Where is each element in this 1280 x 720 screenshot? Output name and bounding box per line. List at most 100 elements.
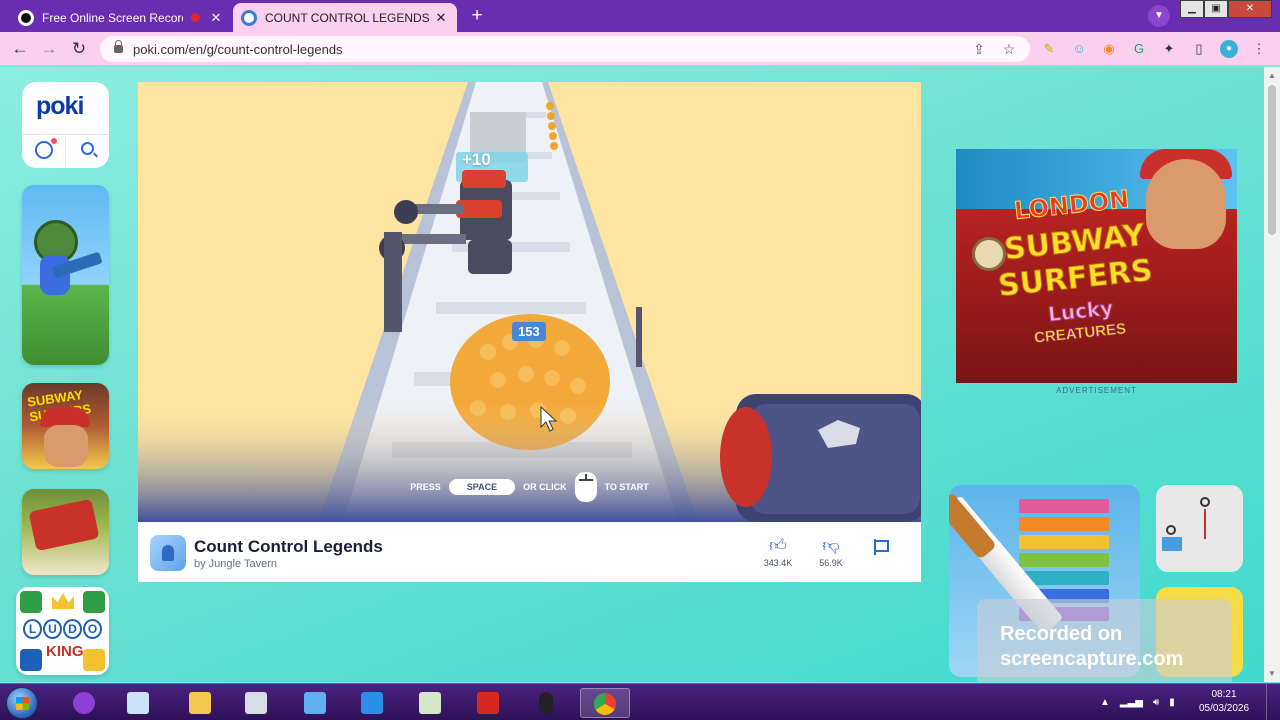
dislike-button[interactable]: 👎︎ 56.9K — [811, 536, 851, 568]
tab-count-control-legends[interactable]: COUNT CONTROL LEGENDS - Pla ✕ — [233, 3, 457, 32]
game-scene — [138, 82, 921, 522]
tab-title: Free Online Screen Recorder — [42, 10, 183, 25]
lock-icon — [114, 40, 123, 53]
menu-kebab-icon[interactable]: ⋮ — [1250, 40, 1268, 58]
ludo-green-corner — [20, 591, 42, 613]
watermark-line: Recorded on — [1000, 623, 1123, 645]
minimize-button[interactable]: ▁ — [1180, 0, 1204, 18]
search-icon[interactable] — [81, 142, 94, 155]
tab-title: COUNT CONTROL LEGENDS - Pla — [265, 10, 433, 25]
close-window-button[interactable]: ✕ — [1228, 0, 1272, 18]
system-tray: ▲ ▂▃▅ 🔊︎ ▮ — [1100, 690, 1175, 714]
stack-layer — [1019, 535, 1109, 549]
page-scrollbar[interactable]: ▲ ▼ — [1264, 67, 1280, 682]
game-title: Count Control Legends — [194, 537, 383, 556]
back-button[interactable]: ← — [9, 38, 31, 60]
gate-label: +10 — [462, 150, 491, 169]
crown-icon — [52, 593, 74, 609]
taskbar-mouse-app[interactable] — [526, 688, 566, 718]
taskbar-paint-app[interactable] — [295, 688, 335, 718]
thumbs-down-icon: 👎︎ — [822, 536, 840, 555]
game-icon — [150, 535, 186, 571]
report-flag-icon[interactable] — [874, 539, 889, 555]
recording-watermark: Recorded on screencapture.com — [977, 599, 1232, 682]
advertisement-banner[interactable]: LONDON SUBWAY SURFERS Lucky CREATURES — [956, 149, 1237, 383]
recorder-favicon-icon — [18, 9, 34, 26]
scroll-down-arrow-icon[interactable]: ▼ — [1268, 669, 1276, 678]
clock-date: 05/03/2026 — [1198, 703, 1250, 714]
scrollbar-thumb[interactable] — [1268, 85, 1276, 235]
show-desktop-button[interactable] — [1266, 684, 1280, 720]
stack-layer — [1019, 499, 1109, 513]
profile-avatar[interactable]: ● — [1220, 40, 1238, 58]
character-face-icon — [44, 425, 88, 467]
tab-search-button[interactable]: ▼ — [1148, 5, 1170, 27]
taskbar-chrome-app[interactable] — [580, 688, 630, 718]
ludo-king-text: KING — [46, 643, 84, 660]
battery-icon[interactable]: ▮ — [1169, 697, 1175, 708]
ludo-blue-corner — [20, 649, 42, 671]
close-tab-icon[interactable]: ✕ — [208, 10, 224, 26]
poki-logo[interactable]: poki — [36, 92, 84, 121]
close-tab-icon[interactable]: ✕ — [433, 10, 449, 26]
stack-layer — [1019, 517, 1109, 531]
share-icon[interactable]: ⇪ — [970, 40, 988, 58]
volume-icon[interactable]: 🔊︎ — [1153, 697, 1159, 708]
stickman-head-icon — [1200, 497, 1210, 507]
forward-button[interactable]: → — [38, 38, 60, 60]
ludo-letter: U — [43, 619, 62, 639]
logo-divider — [65, 136, 66, 166]
url-text[interactable]: poki.com/en/g/count-control-legends — [133, 42, 970, 57]
profile-face-icon[interactable] — [35, 138, 57, 159]
cannon-obstacle — [720, 394, 921, 522]
clock-time: 08:21 — [1211, 689, 1237, 700]
game-thumb-soldier[interactable] — [22, 185, 109, 365]
ludo-yellow-corner — [83, 649, 105, 671]
side-panel-icon[interactable]: ▯ — [1190, 40, 1208, 58]
browser-toolbar: ← → ↻ poki.com/en/g/count-control-legend… — [0, 32, 1280, 66]
stack-layer — [1019, 553, 1109, 567]
reload-button[interactable]: ↻ — [68, 38, 90, 60]
mouse-icon — [574, 472, 597, 502]
harvester-icon — [28, 498, 100, 552]
taskbar-file-explorer-app[interactable] — [180, 688, 220, 718]
maximize-button[interactable]: ▣ — [1204, 0, 1228, 18]
game-thumb-harvester[interactable] — [22, 489, 109, 575]
audio-extension-icon[interactable]: ◉ — [1100, 40, 1118, 58]
grammarly-extension-icon[interactable]: G — [1130, 40, 1148, 58]
game-thumb-subway-surfers[interactable]: SUBWAY SURFERS — [22, 383, 109, 469]
press-text: PRESS — [410, 482, 441, 492]
taskbar-calculator-app[interactable] — [236, 688, 276, 718]
taskbar-sheet-app[interactable] — [410, 688, 450, 718]
taskbar-acrobat-app[interactable] — [468, 688, 508, 718]
pencil-extension-icon[interactable]: ✎ — [1040, 40, 1058, 58]
game-thumb-stickman[interactable] — [1156, 485, 1243, 572]
network-signal-icon[interactable]: ▂▃▅ — [1120, 697, 1143, 708]
space-key-label[interactable]: SPACE — [448, 479, 516, 495]
address-bar[interactable]: poki.com/en/g/count-control-legends ⇪ ☆ — [100, 36, 1030, 62]
like-button[interactable]: 👍︎ 343.4K — [758, 536, 798, 568]
taskbar-media-app[interactable] — [64, 688, 104, 718]
bookmark-star-icon[interactable]: ☆ — [1000, 40, 1018, 58]
stickman-body — [1204, 509, 1206, 539]
ludo-letter: D — [63, 619, 82, 639]
game-developer: by Jungle Tavern — [194, 558, 277, 570]
taskbar-notepad-app[interactable] — [118, 688, 158, 718]
tray-expand-icon[interactable]: ▲ — [1100, 697, 1110, 708]
face-extension-icon[interactable]: ☺ — [1070, 40, 1088, 58]
ad-art-text: CREATURES — [1033, 320, 1127, 347]
taskbar-vscode-app[interactable] — [352, 688, 392, 718]
watermark-line: screencapture.com — [1000, 648, 1184, 670]
game-info-bar: Count Control Legends by Jungle Tavern 👍… — [138, 522, 921, 582]
game-thumb-ludo-king[interactable]: L U D O KING — [16, 587, 109, 675]
taskbar-clock[interactable]: 08:21 05/03/2026 — [1196, 688, 1252, 716]
game-canvas[interactable]: +10 153 PRESS SPACE OR CLICK TO START — [138, 82, 921, 522]
to-start-text: TO START — [604, 482, 649, 492]
ludo-letter: O — [83, 619, 102, 639]
poki-logo-card: poki — [22, 82, 109, 168]
extensions-puzzle-icon[interactable]: ✦ — [1160, 40, 1178, 58]
new-tab-button[interactable]: + — [466, 6, 488, 28]
start-button[interactable] — [6, 687, 38, 719]
tab-screen-recorder[interactable]: Free Online Screen Recorder ✕ — [10, 3, 232, 32]
scroll-up-arrow-icon[interactable]: ▲ — [1268, 71, 1276, 80]
